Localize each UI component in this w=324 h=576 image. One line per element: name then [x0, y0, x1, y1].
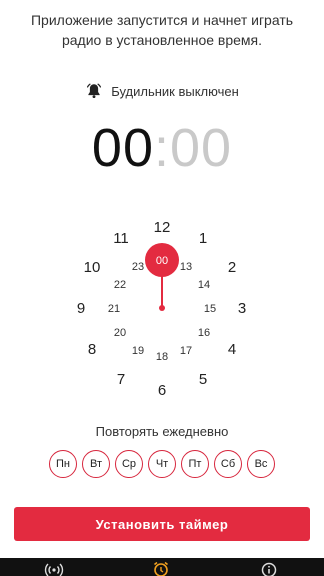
time-separator: :: [153, 118, 170, 178]
dial-hour-3[interactable]: 3: [238, 300, 246, 317]
dial-hour-14[interactable]: 14: [198, 279, 210, 291]
dial-hour-10[interactable]: 10: [84, 259, 101, 276]
dial-hour-7[interactable]: 7: [117, 371, 125, 388]
dial-hour-22[interactable]: 22: [114, 279, 126, 291]
intro-line-1: Приложение запустится и начнет играть: [30, 12, 294, 28]
bottom-navigation: [0, 558, 324, 576]
dial-hour-6[interactable]: 6: [158, 382, 166, 399]
day-button-thu[interactable]: Чт: [148, 450, 176, 478]
dial-hour-18[interactable]: 18: [156, 351, 168, 363]
alarm-clock-icon[interactable]: [151, 560, 171, 576]
hour-dial[interactable]: 00 12 1 2 3 4 5 6 7 8 9 10 11 13 14 15 1…: [0, 200, 324, 420]
dial-hour-15[interactable]: 15: [204, 303, 216, 315]
dial-hour-8[interactable]: 8: [88, 341, 96, 358]
day-button-sat[interactable]: Сб: [214, 450, 242, 478]
info-icon[interactable]: [259, 560, 279, 576]
weekday-selector: Пн Вт Ср Чт Пт Сб Вс: [0, 450, 324, 478]
hours-value[interactable]: 00: [92, 118, 154, 178]
time-display: 00:00: [0, 116, 324, 180]
minutes-value[interactable]: 00: [170, 118, 232, 178]
day-button-fri[interactable]: Пт: [181, 450, 209, 478]
repeat-daily-label: Повторять ежедневно: [95, 424, 229, 439]
dial-selected-value: 00: [156, 255, 168, 267]
dial-knob[interactable]: 00: [145, 243, 179, 277]
alarm-status-label: Будильник выключен: [111, 83, 239, 99]
dial-hour-13[interactable]: 13: [180, 261, 192, 273]
dial-hour-2[interactable]: 2: [228, 259, 236, 276]
dial-hour-20[interactable]: 20: [114, 327, 126, 339]
dial-hour-23[interactable]: 23: [132, 261, 144, 273]
dial-hour-1[interactable]: 1: [199, 230, 207, 247]
day-button-mon[interactable]: Пн: [49, 450, 77, 478]
dial-hour-11[interactable]: 11: [113, 230, 129, 247]
day-button-wed[interactable]: Ср: [115, 450, 143, 478]
dial-hour-19[interactable]: 19: [132, 345, 144, 357]
dial-hour-16[interactable]: 16: [198, 327, 210, 339]
dial-hour-12[interactable]: 12: [154, 219, 171, 236]
dial-hour-17[interactable]: 17: [180, 345, 192, 357]
intro-text: Приложение запустится и начнет играть ра…: [0, 10, 324, 50]
set-timer-button[interactable]: Установить таймер: [14, 507, 310, 541]
dial-hour-4[interactable]: 4: [228, 341, 236, 358]
dial-center-dot: [159, 305, 165, 311]
intro-line-2: радио в установленное время.: [61, 32, 263, 48]
day-button-tue[interactable]: Вт: [82, 450, 110, 478]
alarm-bell-icon: [85, 82, 103, 100]
alarm-status: Будильник выключен: [0, 82, 324, 100]
dial-hour-21[interactable]: 21: [108, 303, 120, 315]
day-button-sun[interactable]: Вс: [247, 450, 275, 478]
dial-hour-5[interactable]: 5: [199, 371, 207, 388]
radio-waves-icon[interactable]: [44, 560, 64, 576]
dial-hour-9[interactable]: 9: [77, 300, 85, 317]
